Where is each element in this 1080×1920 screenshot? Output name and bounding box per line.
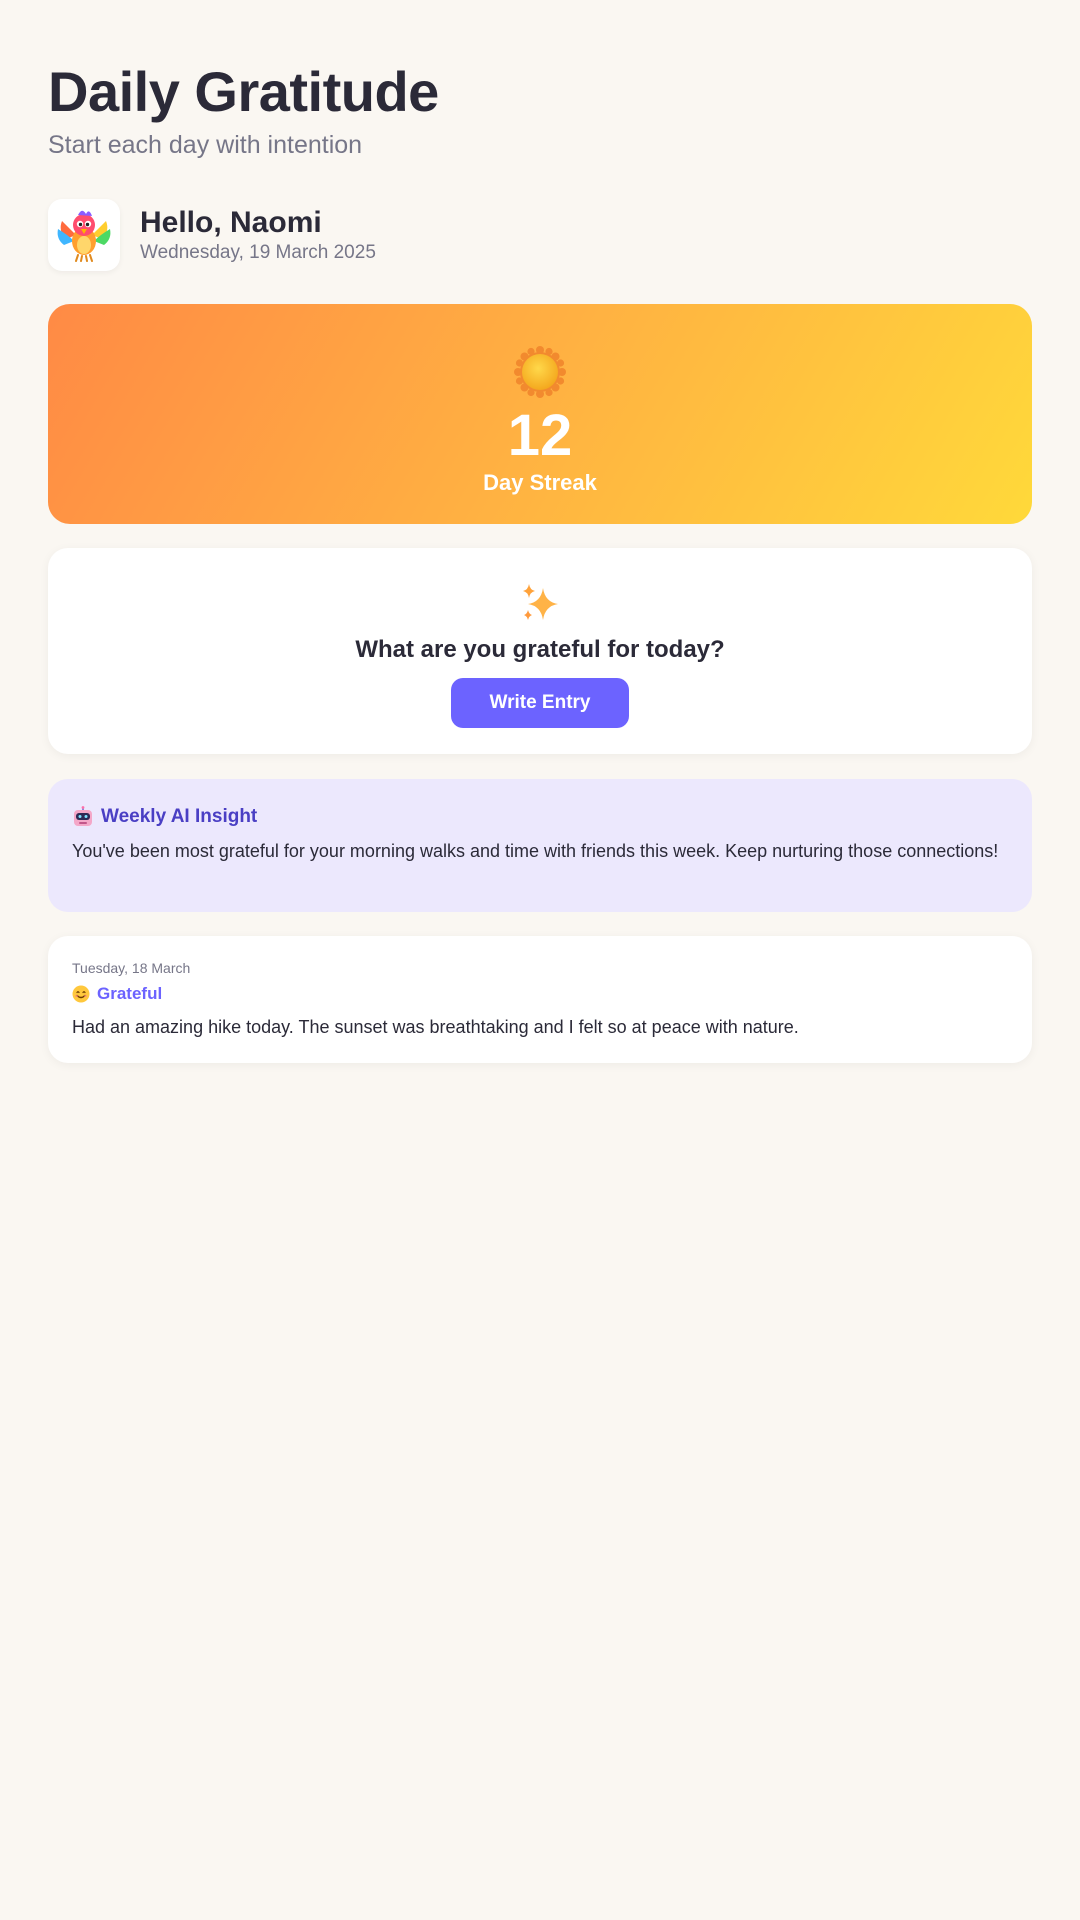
insight-body: You've been most grateful for your morni…: [72, 841, 999, 861]
user-header: Hello, Naomi Wednesday, 19 March 2025: [48, 199, 1032, 271]
entry-mood-label: Grateful: [97, 984, 163, 1003]
entry-date: Tuesday, 18 March: [72, 960, 191, 976]
weekly-insight-card: Weekly AI Insight You've been most grate…: [48, 779, 1032, 912]
streak-card: 12 Day Streak: [48, 304, 1032, 524]
smile-icon: [72, 985, 90, 1003]
robot-icon: [74, 806, 92, 826]
app-subtitle: Start each day with intention: [48, 131, 363, 159]
avatar[interactable]: [48, 199, 120, 271]
app-title: Daily Gratitude: [48, 60, 439, 123]
journal-entry-card[interactable]: Tuesday, 18 March Grateful Had an amazin…: [48, 936, 1032, 1063]
streak-count: 12: [507, 403, 573, 468]
streak-label: Day Streak: [483, 470, 597, 495]
entry-text: Had an amazing hike today. The sunset wa…: [72, 1017, 799, 1037]
insight-title: Weekly AI Insight: [101, 806, 258, 827]
greeting: Hello, Naomi: [140, 206, 322, 239]
gratitude-prompt-card: What are you grateful for today? Write E…: [48, 548, 1032, 754]
write-entry-button[interactable]: Write Entry: [451, 678, 629, 728]
sparkles-icon: [523, 584, 558, 620]
sun-icon: [514, 346, 566, 398]
parrot-icon: [57, 210, 111, 262]
gratitude-question: What are you grateful for today?: [355, 636, 725, 663]
current-date: Wednesday, 19 March 2025: [140, 242, 376, 263]
